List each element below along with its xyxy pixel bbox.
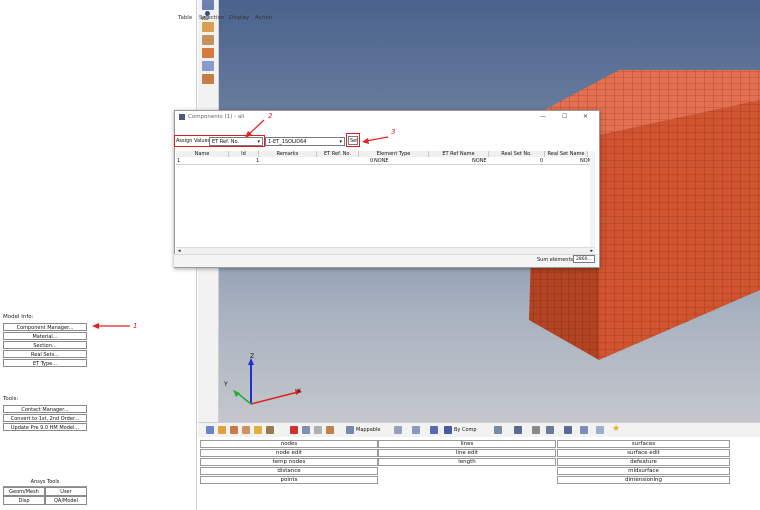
wire-icon[interactable] [430,426,438,434]
panel-surface-edit[interactable]: surface edit [557,449,730,457]
section-button[interactable]: Section... [3,341,87,349]
horizontal-toolbar: Mappable By Comp ★ [198,422,760,438]
model-info-title: Model Info: [3,314,34,320]
component-icon[interactable] [202,61,214,71]
status-label: Sum elements: [537,257,575,263]
menu-display[interactable]: Display [229,15,249,21]
view-icon[interactable] [202,0,214,10]
panel-node-edit[interactable]: node edit [200,449,378,457]
mask-icon[interactable] [314,426,322,434]
export-icon[interactable] [242,426,250,434]
value-select[interactable]: 1-ET_1SOLID64 ▾ [265,137,345,146]
panel-length[interactable]: length [378,458,556,466]
element-icon[interactable] [202,22,214,32]
tools-title: Tools: [3,396,19,402]
cell-id: 1 [256,158,260,164]
left-panel: Model Info: Component Manager... Materia… [0,0,197,510]
maximize-icon[interactable]: ☐ [562,113,567,120]
et-type-button[interactable]: ET Type... [3,359,87,367]
close-icon[interactable]: ✕ [583,113,588,120]
user-button[interactable]: User [45,487,87,496]
mesh-view-icon[interactable] [514,426,522,434]
update-model-button[interactable]: Update Pre 9.0 HM Model... [3,423,87,431]
node-icon[interactable] [202,48,214,58]
panel-temp-nodes[interactable]: temp nodes [200,458,378,466]
assign-values-text: ET Ref. No. [212,139,240,145]
cell-element-type: NONE [374,158,389,164]
tools-icon[interactable] [254,426,262,434]
menu-selection[interactable]: Selection [199,15,224,21]
annotation-arrow-1 [92,323,130,329]
minimize-icon[interactable]: — [540,113,546,120]
axis-x-label: X [297,388,302,395]
vertical-scrollbar[interactable] [590,151,595,247]
annotation-label-3: 3 [391,128,396,136]
reveal-icon[interactable] [326,426,334,434]
cube-icon[interactable] [302,426,310,434]
delete-icon[interactable] [290,426,298,434]
cell-real-set-no: 0 [540,158,544,164]
dialog-statusbar [174,254,598,267]
panel-midsurface[interactable]: midsurface [557,467,730,475]
axis-z-label: Z [250,353,255,360]
component-manager-button[interactable]: Component Manager... [3,323,87,331]
star-icon[interactable]: ★ [612,424,620,434]
panel-line-edit[interactable]: line edit [378,449,556,457]
save-icon[interactable] [218,426,226,434]
panel-surfaces[interactable]: surfaces [557,440,730,448]
cell-name: 1 [177,158,181,164]
camera-icon[interactable] [580,426,588,434]
axis-y-label: Y [224,381,228,388]
shade-icon[interactable] [412,426,420,434]
panel-dimensioning[interactable]: dimensioning [557,476,730,484]
assign-values-label: Assign Values: [176,138,212,144]
menu-table[interactable]: Table [178,15,192,21]
material-button[interactable]: Material... [3,332,87,340]
cell-et-ref-name: NONE [472,158,487,164]
set-button[interactable]: Set [348,136,358,145]
disp-button[interactable]: Disp [3,496,45,505]
app-icon [179,114,185,120]
rotate-icon[interactable] [394,426,402,434]
dialog-title: Components (1) - all [188,114,245,120]
box-front-face [599,100,760,360]
convert-order-button[interactable]: Convert to 1st, 2nd Order... [3,414,87,422]
panel-defeature[interactable]: defeature [557,458,730,466]
mappable-label[interactable]: Mappable [356,427,380,433]
contact-manager-button[interactable]: Contact Manager... [3,405,87,413]
diamond-icon[interactable] [546,426,554,434]
layer-icon[interactable] [564,426,572,434]
open-icon[interactable] [206,426,214,434]
annotation-label-1: 1 [133,322,138,330]
line-icon[interactable] [532,426,540,434]
bycomp-icon[interactable] [444,426,452,434]
panel-nodes[interactable]: nodes [200,440,378,448]
panel-points[interactable]: points [200,476,378,484]
panel-lines[interactable]: lines [378,440,556,448]
dialog-titlebar[interactable]: Components (1) - all — ☐ ✕ [175,111,599,123]
import-icon[interactable] [230,426,238,434]
cell-et-ref-no: 0 [370,158,374,164]
chevron-down-icon-2: ▾ [339,139,342,145]
bycomp-label[interactable]: By Comp [454,427,477,433]
solid-view-icon[interactable] [494,426,502,434]
axis-triad [233,358,302,405]
annotation-arrow-3 [362,136,389,144]
qa-model-button[interactable]: QA/Model [45,496,87,505]
mesh-icon[interactable] [202,35,214,45]
real-sets-button[interactable]: Real Sets... [3,350,87,358]
filter-icon[interactable] [266,426,274,434]
monitor-icon[interactable] [596,426,604,434]
geom-mesh-button[interactable]: Geom/Mesh [3,487,45,496]
mappable-icon[interactable] [346,426,354,434]
solid-icon[interactable] [202,74,214,84]
ansys-tools-title: Ansys Tools [3,478,87,487]
status-value: 2860... [573,255,595,263]
panel-distance[interactable]: distance [200,467,378,475]
horizontal-scrollbar[interactable]: ◂ ▸ [176,247,595,254]
annotation-label-2: 2 [268,112,273,120]
menu-action[interactable]: Action [255,15,272,21]
